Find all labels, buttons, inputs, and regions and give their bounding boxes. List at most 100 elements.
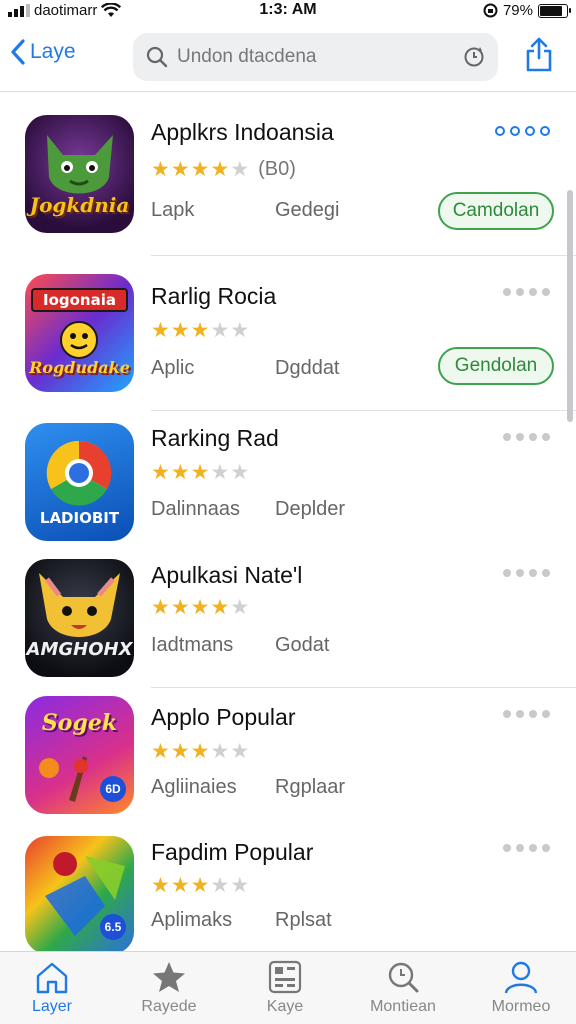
- more-options-button[interactable]: [503, 288, 550, 296]
- app-icon-text: Sogek: [41, 710, 118, 736]
- chevron-left-icon: [11, 39, 25, 65]
- app-subtitle: Gedegi: [275, 199, 340, 221]
- back-button[interactable]: Laye: [10, 38, 76, 66]
- star-icon: ★: [230, 461, 250, 484]
- get-button[interactable]: Gendolan: [438, 347, 554, 385]
- apps-icon: [268, 960, 302, 994]
- app-icon[interactable]: LADIOBIT: [25, 423, 134, 541]
- tab-rated[interactable]: Rayede: [121, 960, 217, 1016]
- star-icon: ★: [151, 874, 170, 897]
- tab-label: Mormeo: [491, 998, 551, 1015]
- scrollbar[interactable]: [567, 190, 573, 422]
- star-icon: ★: [151, 319, 170, 342]
- app-name[interactable]: Applkrs Indoansia: [151, 119, 334, 146]
- star-icon: ★: [151, 158, 170, 181]
- star-icon: ★: [170, 461, 190, 484]
- app-subtitle: Rplsat: [275, 909, 332, 931]
- more-options-button[interactable]: [503, 433, 550, 441]
- star-icon: ★: [210, 319, 230, 342]
- app-subtitle: Godat: [275, 634, 330, 656]
- app-icon-text: Jogkdnia: [29, 193, 130, 217]
- app-category: Agliinaies: [151, 776, 237, 798]
- search-icon: [146, 46, 168, 68]
- status-right: 79%: [483, 2, 571, 19]
- star-icon: ★: [190, 461, 210, 484]
- refresh-icon[interactable]: [462, 45, 486, 69]
- more-options-button[interactable]: [503, 710, 550, 718]
- battery-icon: [538, 3, 571, 18]
- app-icon-badge: 6D: [100, 776, 126, 802]
- app-name[interactable]: Rarking Rad: [151, 425, 279, 452]
- tab-label: Montiean: [370, 998, 436, 1015]
- star-icon: ★: [170, 319, 190, 342]
- row-divider: [151, 255, 576, 256]
- app-icon[interactable]: 6.5: [25, 836, 134, 954]
- star-icon: ★: [230, 740, 250, 763]
- app-subtitle: Rgplaar: [275, 776, 346, 798]
- row-divider: [151, 410, 576, 411]
- tab-profile[interactable]: Mormeo: [473, 960, 569, 1016]
- app-icon-badge: 6.5: [100, 914, 126, 940]
- get-button[interactable]: Camdolan: [438, 192, 554, 230]
- tab-home[interactable]: Layer: [4, 960, 100, 1016]
- row-divider: [151, 687, 576, 688]
- share-button[interactable]: [524, 36, 554, 77]
- tab-search[interactable]: Montiean: [355, 960, 451, 1016]
- star-icon: ★: [190, 158, 210, 181]
- app-category: Aplimaks: [151, 909, 233, 931]
- star-icon: ★: [190, 740, 210, 763]
- orientation-lock-icon: [483, 3, 498, 18]
- app-category: Dalinnaas: [151, 498, 240, 520]
- star-icon: ★: [151, 740, 170, 763]
- battery-percent: 79%: [502, 2, 533, 19]
- search-input[interactable]: Undon dtacdena: [177, 46, 462, 68]
- back-label: Laye: [30, 40, 76, 63]
- star-icon: ★: [210, 740, 230, 763]
- star-icon: ★: [210, 874, 230, 897]
- star-icon: ★: [190, 319, 210, 342]
- more-options-button[interactable]: [495, 126, 550, 136]
- star-icon: ★: [170, 596, 190, 619]
- more-options-button[interactable]: [503, 844, 550, 852]
- nav-bar: Laye Undon dtacdena: [0, 28, 576, 86]
- star-icon: ★: [190, 874, 210, 897]
- profile-icon: [504, 961, 538, 994]
- row-divider: [151, 550, 576, 551]
- app-name[interactable]: Apulkasi Nate'l: [151, 562, 302, 589]
- tab-apps[interactable]: Kaye: [237, 960, 333, 1016]
- app-icon-text: AMGHOHX: [26, 639, 133, 660]
- app-name[interactable]: Applo Popular: [151, 704, 296, 731]
- star-icon: ★: [170, 874, 190, 897]
- star-icon: ★: [151, 596, 170, 619]
- star-icon: [153, 962, 185, 992]
- share-icon: [526, 37, 552, 72]
- app-name[interactable]: Fapdim Popular: [151, 839, 313, 866]
- app-icon-text: LADIOBIT: [39, 509, 120, 527]
- star-icon: ★: [190, 596, 210, 619]
- app-icon[interactable]: AMGHOHX: [25, 559, 134, 677]
- app-icon[interactable]: Sogek 6D: [25, 696, 134, 814]
- app-icon[interactable]: Jogkdnia: [25, 115, 134, 233]
- app-subtitle: Dgddat: [275, 357, 340, 379]
- tab-bar: Layer Rayede Kaye Montiean Mormeo: [0, 951, 576, 1024]
- star-icon: ★: [230, 158, 250, 181]
- star-rating: ★ ★ ★ ★ ★: [151, 875, 249, 896]
- app-icon[interactable]: Iogonaia Rogdudake: [25, 274, 134, 392]
- search-field[interactable]: Undon dtacdena: [133, 33, 498, 81]
- star-icon: ★: [210, 158, 230, 181]
- star-rating: ★ ★ ★ ★ ★: [151, 462, 249, 483]
- nav-divider: [0, 91, 576, 92]
- app-category: Aplic: [151, 357, 195, 379]
- more-options-button[interactable]: [503, 569, 550, 577]
- star-icon: ★: [230, 596, 250, 619]
- status-bar: daotimarr 1:3: AM 79%: [0, 0, 576, 22]
- star-icon: ★: [230, 319, 250, 342]
- app-name[interactable]: Rarlig Rocia: [151, 283, 276, 310]
- app-category: Lapk: [151, 199, 195, 221]
- tab-label: Layer: [31, 998, 73, 1015]
- tab-label: Kaye: [266, 998, 304, 1015]
- star-icon: ★: [170, 740, 190, 763]
- star-rating: ★ ★ ★ ★ ★: [151, 741, 249, 762]
- star-icon: ★: [230, 874, 250, 897]
- search-icon: [388, 962, 419, 993]
